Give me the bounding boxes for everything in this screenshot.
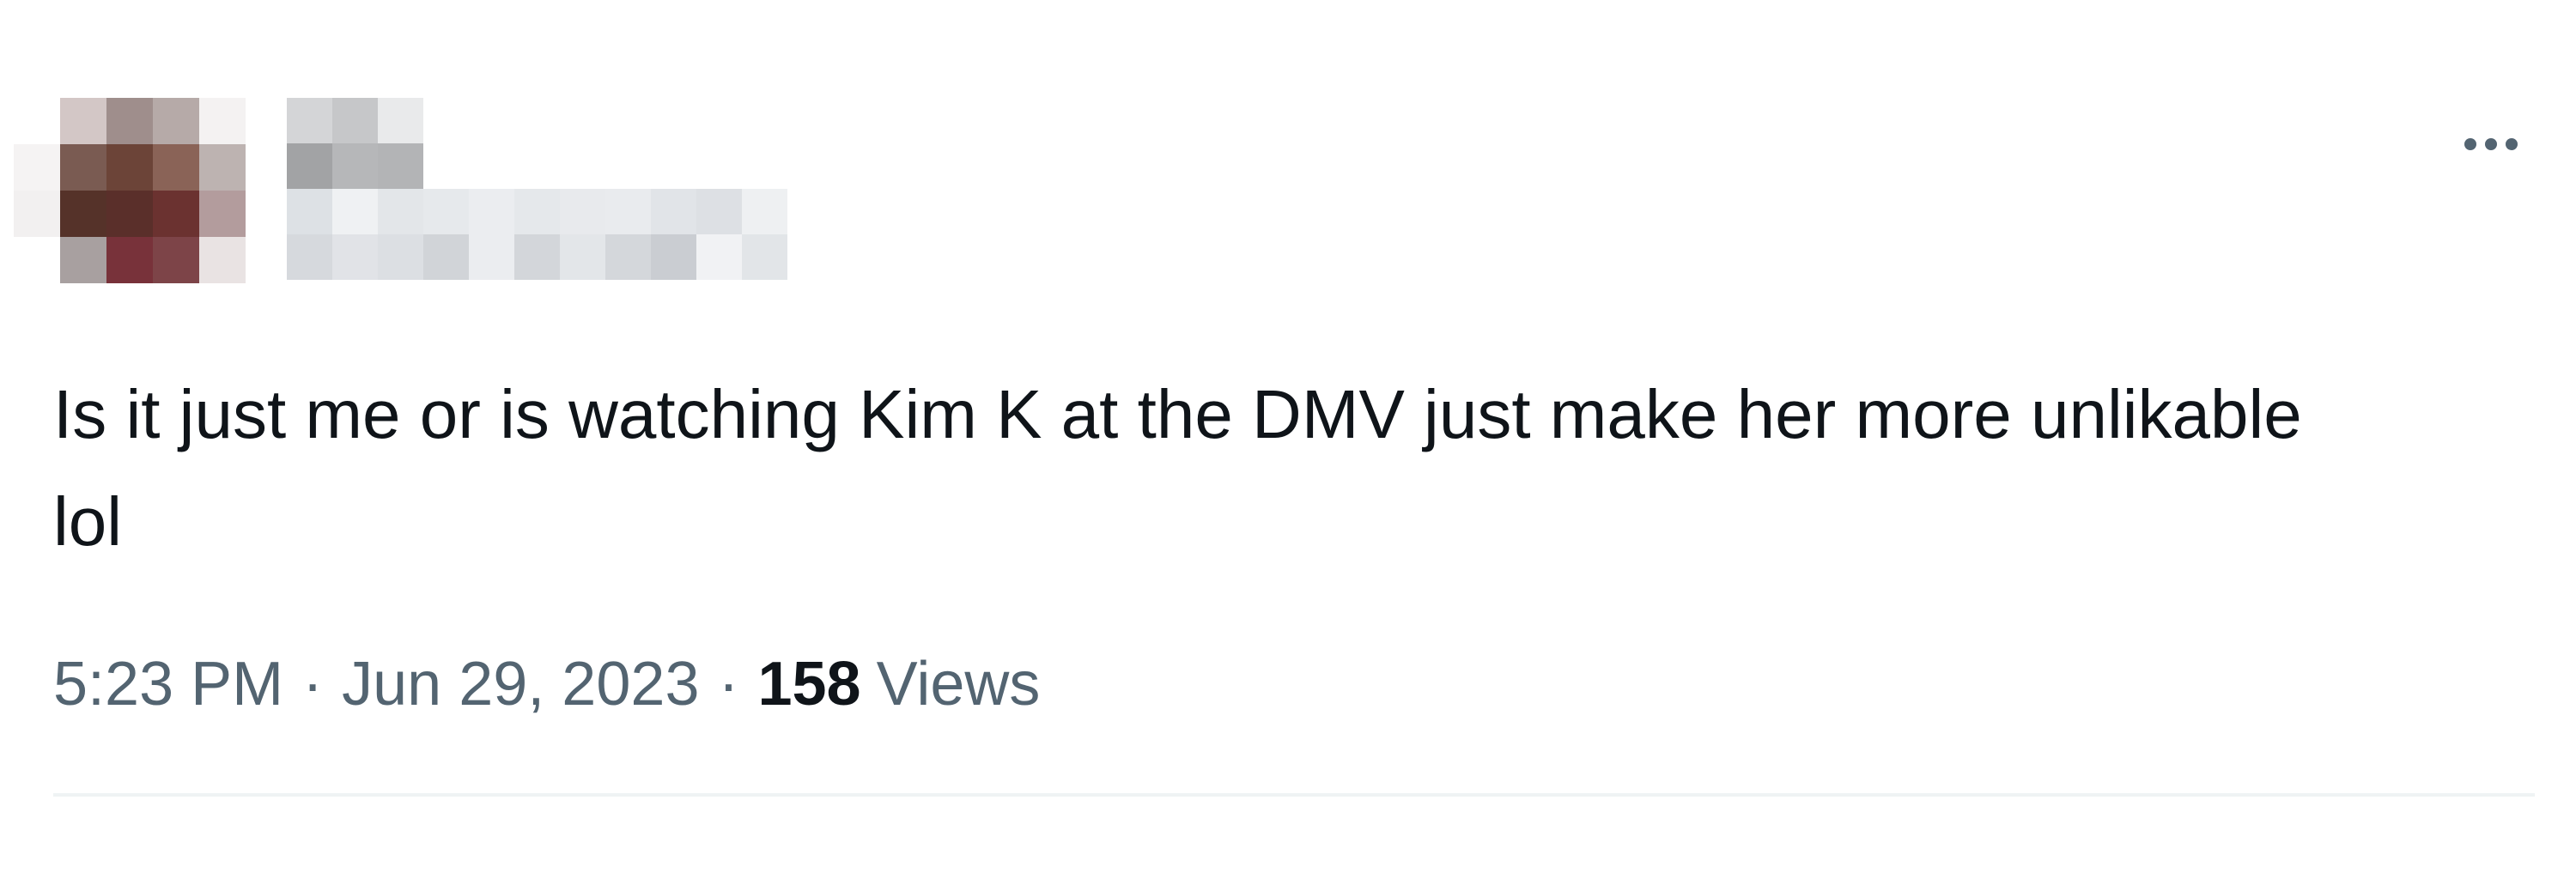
avatar[interactable] [14,98,246,283]
tweet-text: Is it just me or is watching Kim K at th… [53,376,2302,560]
views-label[interactable]: Views [861,650,1041,718]
more-options-button[interactable] [2444,120,2538,168]
separator: · [302,650,324,718]
avatar-pixelated-image [14,98,246,283]
author-handle-pixelated [287,98,787,280]
separator: · [718,650,739,718]
views-count[interactable]: 158 [757,650,860,718]
tweet-card: Is it just me or is watching Kim K at th… [0,0,2576,873]
more-horizontal-icon-dot [2485,138,2497,150]
tweet-meta: 5:23 PM · Jun 29, 2023 · 158 Views [53,646,1040,723]
more-horizontal-icon [2464,138,2476,150]
tweet-time[interactable]: 5:23 PM [53,650,283,718]
divider [53,793,2535,797]
tweet-date[interactable]: Jun 29, 2023 [342,650,699,718]
more-horizontal-icon-dot [2506,138,2518,150]
